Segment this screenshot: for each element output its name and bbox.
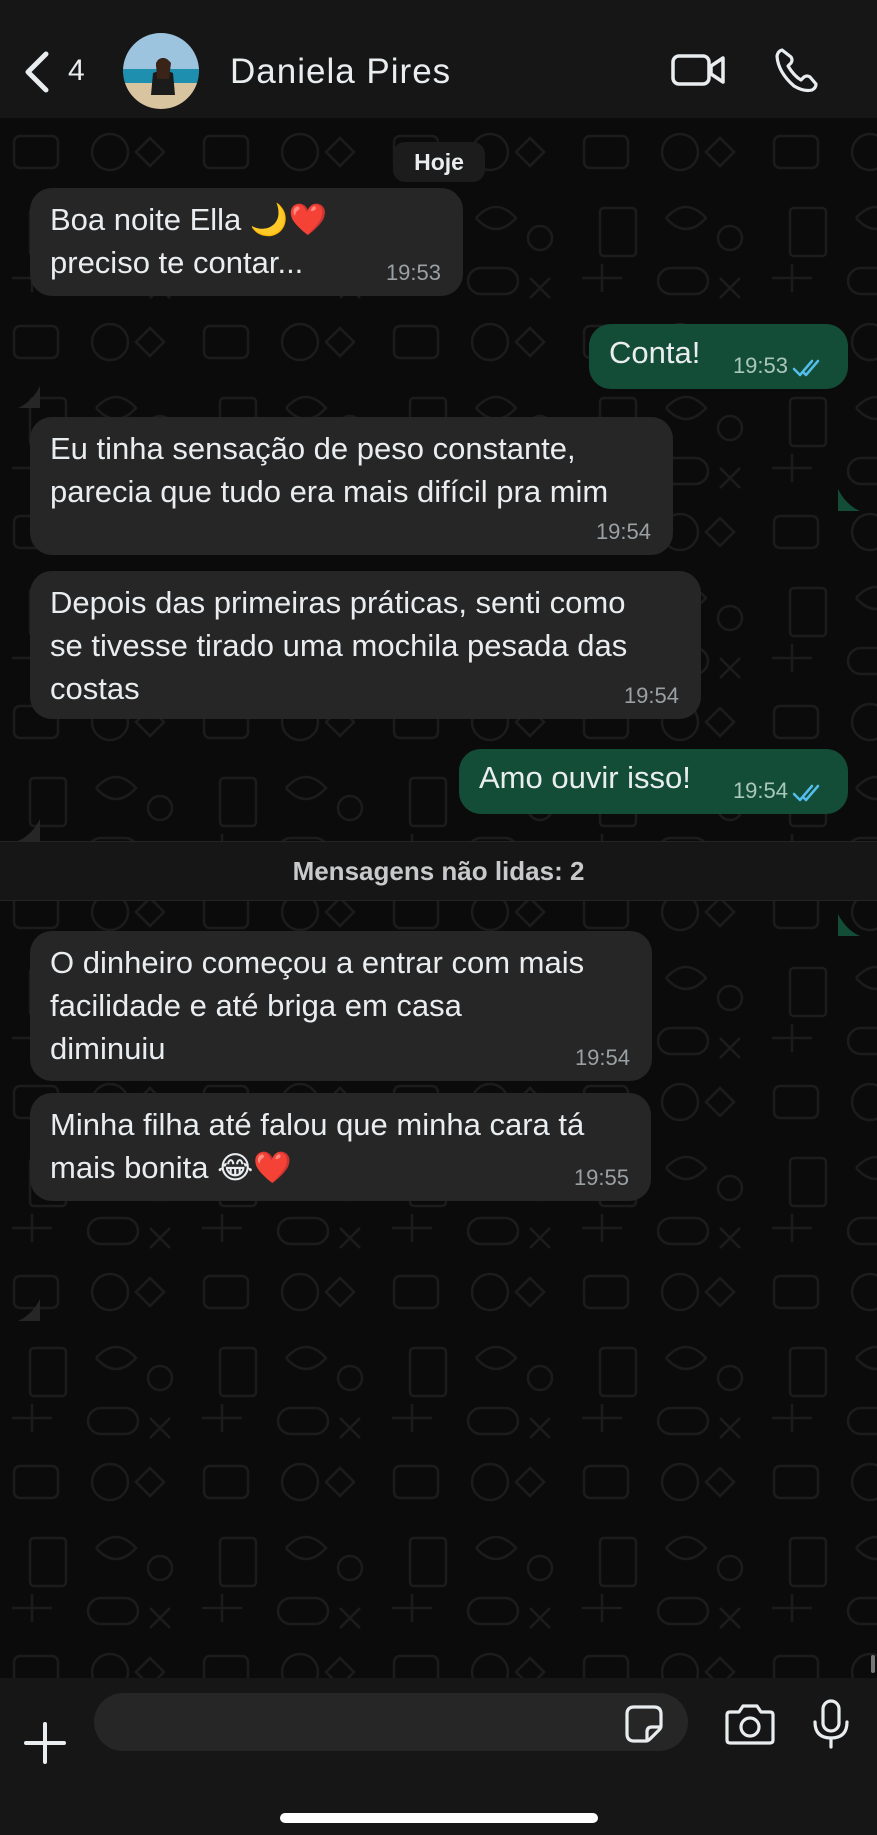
home-indicator[interactable] bbox=[280, 1813, 598, 1823]
bubble-tail bbox=[838, 489, 860, 511]
message-time: 19:54 bbox=[623, 683, 679, 708]
scrollbar[interactable] bbox=[871, 1655, 875, 1673]
avatar[interactable] bbox=[123, 33, 199, 109]
bubble-tail bbox=[18, 1299, 40, 1321]
date-separator: Hoje bbox=[393, 142, 485, 182]
sticker-icon bbox=[625, 1705, 663, 1743]
bubble-tail bbox=[18, 819, 40, 841]
microphone-icon bbox=[813, 1699, 849, 1749]
message-text: Eu tinha sensação de peso constante, par… bbox=[50, 431, 609, 509]
attach-button[interactable] bbox=[20, 1718, 70, 1768]
chat-header: 4 Daniela Pires bbox=[0, 0, 877, 119]
chevron-left-icon bbox=[25, 51, 49, 93]
video-call-button[interactable] bbox=[670, 48, 726, 92]
message-text: O dinheiro começou a entrar com mais fac… bbox=[50, 945, 585, 1066]
message-outgoing[interactable]: Amo ouvir isso! 19:54 bbox=[459, 749, 848, 814]
contact-name[interactable]: Daniela Pires bbox=[230, 52, 451, 92]
message-text: Depois das primeiras práticas, senti com… bbox=[50, 585, 628, 706]
chat-area[interactable]: Hoje Boa noite Ella 🌙❤️ preciso te conta… bbox=[0, 118, 877, 1678]
bubble-tail bbox=[18, 386, 40, 408]
unread-chats-count[interactable]: 4 bbox=[68, 54, 85, 88]
bubble-tail bbox=[838, 914, 860, 936]
message-outgoing[interactable]: Conta! 19:53 bbox=[589, 324, 848, 389]
message-time: 19:53 bbox=[732, 353, 788, 378]
plus-icon bbox=[24, 1722, 66, 1764]
message-incoming[interactable]: Boa noite Ella 🌙❤️ preciso te contar... … bbox=[30, 188, 463, 296]
back-button[interactable] bbox=[18, 50, 58, 94]
message-time: 19:55 bbox=[573, 1165, 629, 1190]
message-incoming[interactable]: O dinheiro começou a entrar com mais fac… bbox=[30, 931, 652, 1081]
double-check-icon bbox=[792, 359, 820, 377]
message-incoming[interactable]: Minha filha até falou que minha cara tá … bbox=[30, 1093, 651, 1201]
message-time: 19:53 bbox=[385, 260, 441, 285]
camera-icon bbox=[725, 1704, 775, 1745]
voice-call-button[interactable] bbox=[772, 46, 820, 94]
sticker-button[interactable] bbox=[624, 1704, 664, 1744]
message-text: Minha filha até falou que minha cara tá … bbox=[50, 1107, 585, 1185]
message-incoming[interactable]: Eu tinha sensação de peso constante, par… bbox=[30, 417, 673, 555]
message-text: Boa noite Ella 🌙❤️ preciso te contar... bbox=[50, 202, 328, 280]
message-time: 19:54 bbox=[574, 1045, 630, 1070]
message-incoming[interactable]: Depois das primeiras práticas, senti com… bbox=[30, 571, 701, 719]
message-composer bbox=[0, 1678, 877, 1835]
message-input[interactable] bbox=[94, 1693, 688, 1751]
double-check-icon bbox=[792, 784, 820, 802]
message-time: 19:54 bbox=[595, 519, 651, 544]
voice-message-button[interactable] bbox=[810, 1698, 852, 1750]
camera-button[interactable] bbox=[724, 1702, 776, 1746]
phone-icon bbox=[775, 48, 818, 93]
video-camera-icon bbox=[671, 54, 725, 86]
message-time: 19:54 bbox=[732, 778, 788, 803]
unread-messages-separator: Mensagens não lidas: 2 bbox=[0, 841, 877, 901]
